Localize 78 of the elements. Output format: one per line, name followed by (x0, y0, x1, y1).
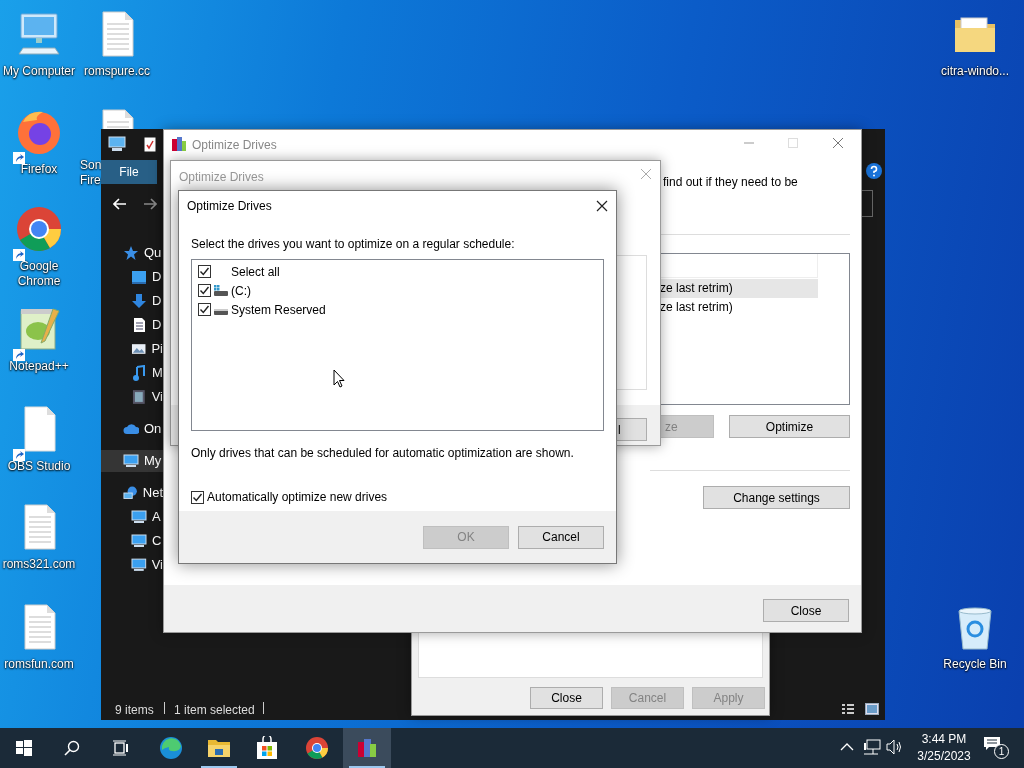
volume-icon[interactable] (886, 739, 904, 755)
browser-icon (15, 205, 63, 253)
drive-label[interactable]: (C:) (231, 281, 251, 300)
icon-label[interactable]: citra-windo... (941, 64, 1009, 79)
notification-icon (983, 736, 1001, 752)
computer-icon (131, 533, 147, 549)
status-text: 9 items (115, 702, 154, 719)
download-icon (131, 293, 147, 309)
nav-item[interactable]: My (101, 450, 163, 472)
dialog-button[interactable]: Close (530, 687, 603, 709)
star-icon (123, 245, 139, 261)
checkbox-label[interactable]: Automatically optimize new drives (207, 488, 388, 506)
checkbox[interactable] (198, 265, 211, 278)
network-icon[interactable] (863, 739, 881, 755)
details-view-icon[interactable] (842, 703, 854, 715)
window-title: Optimize Drives (192, 137, 277, 154)
computer-icon (131, 557, 147, 573)
browser-icon (305, 736, 329, 760)
help-icon[interactable] (866, 163, 882, 179)
nav-item[interactable]: D (101, 314, 163, 336)
drive-label[interactable]: System Reserved (231, 300, 326, 319)
computer-icon (131, 509, 147, 525)
defrag-app-icon (355, 736, 379, 760)
dialog-button[interactable]: Cancel (518, 525, 604, 549)
status-divider (164, 702, 165, 714)
optimize-button[interactable]: Optimize (729, 415, 850, 438)
nav-item[interactable]: D (101, 266, 163, 288)
nav-item[interactable]: Pi (101, 338, 163, 360)
start-icon (16, 740, 32, 756)
system-drive-icon (213, 284, 229, 297)
menu-tab[interactable]: File (101, 160, 157, 184)
notification-badge: 1 (994, 744, 1009, 759)
back-arrow-icon[interactable] (113, 198, 127, 210)
network-icon (123, 485, 138, 501)
description-text: find out if they need to be (663, 174, 798, 191)
nav-item[interactable]: M (101, 362, 163, 384)
mouse-cursor-icon (333, 369, 345, 388)
nav-item[interactable]: Vi (101, 386, 163, 408)
dialog-title: Optimize Drives (187, 198, 272, 215)
drive-label[interactable]: Select all (231, 262, 280, 281)
checkbox[interactable] (191, 490, 204, 504)
music-icon (131, 365, 147, 381)
close-button[interactable]: Close (763, 599, 849, 622)
icon-label[interactable]: Recycle Bin (943, 657, 1007, 672)
note-text: Only drives that can be scheduled for automatic optimization are shown. (191, 445, 575, 462)
picture-icon (131, 341, 147, 357)
status-text: 1 item selected (174, 702, 255, 719)
defrag-app-icon (171, 136, 187, 152)
dialog-title: Optimize Drives (179, 169, 264, 186)
nav-item[interactable]: Vi (101, 554, 163, 576)
status-divider (263, 702, 264, 714)
document-icon (131, 317, 147, 333)
clock-time[interactable]: 3:44 PM (915, 731, 973, 748)
close-icon[interactable] (596, 200, 608, 212)
change-settings-button[interactable]: Change settings (703, 486, 850, 509)
thumbnail-view-icon[interactable] (865, 703, 879, 715)
nav-item[interactable]: D (101, 290, 163, 312)
computer-icon (123, 453, 139, 469)
nav-item[interactable]: C (101, 530, 163, 552)
browser-icon (159, 736, 183, 760)
nav-item[interactable]: Net (101, 482, 163, 504)
cloud-icon (123, 421, 139, 437)
checkbox[interactable] (198, 284, 211, 297)
computer-icon (108, 136, 126, 152)
chevron-up-icon[interactable] (840, 743, 854, 751)
clock-date[interactable]: 3/25/2023 (915, 748, 973, 765)
nav-item[interactable]: Qu (101, 242, 163, 264)
forward-arrow-icon[interactable] (143, 198, 157, 210)
prompt-text: Select the drives you want to optimize on a regular schedule: (191, 236, 516, 253)
checkbox[interactable] (198, 303, 211, 316)
clock[interactable]: 3:44 PM 3/25/2023 (915, 731, 973, 765)
nav-item[interactable]: On (101, 418, 163, 440)
store-bag-icon (255, 736, 279, 760)
nav-item[interactable]: A (101, 506, 163, 528)
desktop-icon (131, 269, 147, 285)
search-icon (64, 740, 80, 756)
checkmark-icon (144, 137, 156, 152)
task-view-icon (112, 740, 128, 756)
